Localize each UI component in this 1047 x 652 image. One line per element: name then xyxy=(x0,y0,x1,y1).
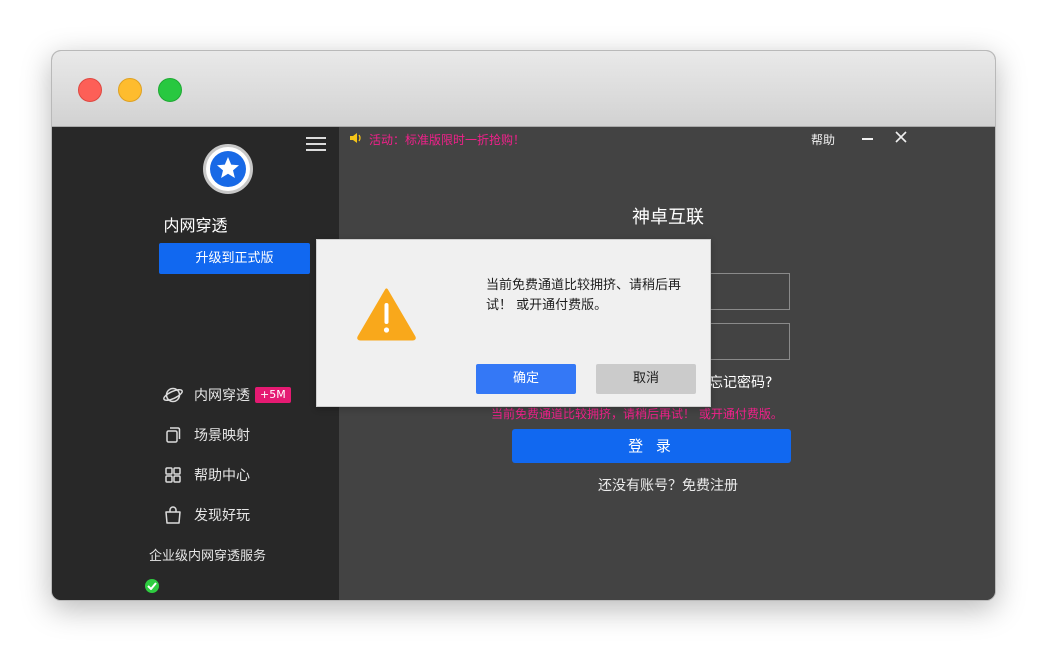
warning-icon xyxy=(357,288,416,341)
brand-title: 神卓互联 xyxy=(632,207,704,228)
nav-item-label: 场景映射 xyxy=(194,428,250,444)
shopping-bag-icon xyxy=(162,504,184,526)
planet-icon xyxy=(162,384,184,406)
nav-item-label: 内网穿透 xyxy=(194,388,250,404)
check-circle-icon xyxy=(145,579,159,593)
dialog-message: 当前免费通道比较拥挤、请稍后再试！ 或开通付费版。 xyxy=(486,278,682,313)
app-logo xyxy=(203,144,253,194)
close-window-button[interactable] xyxy=(78,78,102,102)
help-link[interactable]: 帮助 xyxy=(811,131,835,148)
nav-item-label: 发现好玩 xyxy=(194,508,250,524)
title-bar xyxy=(52,51,995,127)
warning-dialog: 当前免费通道比较拥挤、请稍后再试！ 或开通付费版。 确定 取消 xyxy=(316,239,711,407)
promo-text: 活动：标准版限时一折抢购！ xyxy=(369,133,526,147)
copy-icon xyxy=(162,424,184,446)
service-tagline: 企业级内网穿透服务 xyxy=(149,549,267,564)
forgot-password-link[interactable]: 忘记密码? xyxy=(709,372,772,392)
promo-notice[interactable]: 活动：标准版限时一折抢购！ xyxy=(349,131,525,148)
minimize-icon[interactable] xyxy=(861,129,875,143)
nav-item-scene-mapping[interactable]: 场景映射 xyxy=(162,423,250,447)
zoom-window-button[interactable] xyxy=(158,78,182,102)
sidebar: 内网穿透 升级到正式版 内网穿透 +5M 场景映射 帮助中心 发现好玩 企业级内… xyxy=(52,127,339,600)
speaker-icon xyxy=(349,132,363,147)
error-message: 当前免费通道比较拥挤，请稍后再试！ 或开通付费版。 xyxy=(491,407,783,421)
bandwidth-badge: +5M xyxy=(255,387,291,403)
cancel-button[interactable]: 取消 xyxy=(596,364,696,394)
close-icon[interactable] xyxy=(894,130,908,144)
register-link[interactable]: 还没有账号？免费注册 xyxy=(339,475,995,495)
hamburger-menu-icon[interactable] xyxy=(306,137,326,151)
grid-icon xyxy=(162,464,184,486)
login-button[interactable]: 登 录 xyxy=(512,429,791,463)
star-icon xyxy=(217,157,239,178)
nav-item-help-center[interactable]: 帮助中心 xyxy=(162,463,250,487)
upgrade-button[interactable]: 升级到正式版 xyxy=(159,243,310,274)
nav-item-discover[interactable]: 发现好玩 xyxy=(162,503,250,527)
confirm-button[interactable]: 确定 xyxy=(476,364,576,394)
nav-item-label: 帮助中心 xyxy=(194,468,250,484)
app-name: 内网穿透 xyxy=(163,216,228,235)
nav-item-tunnel[interactable]: 内网穿透 +5M xyxy=(162,383,291,407)
minimize-window-button[interactable] xyxy=(118,78,142,102)
